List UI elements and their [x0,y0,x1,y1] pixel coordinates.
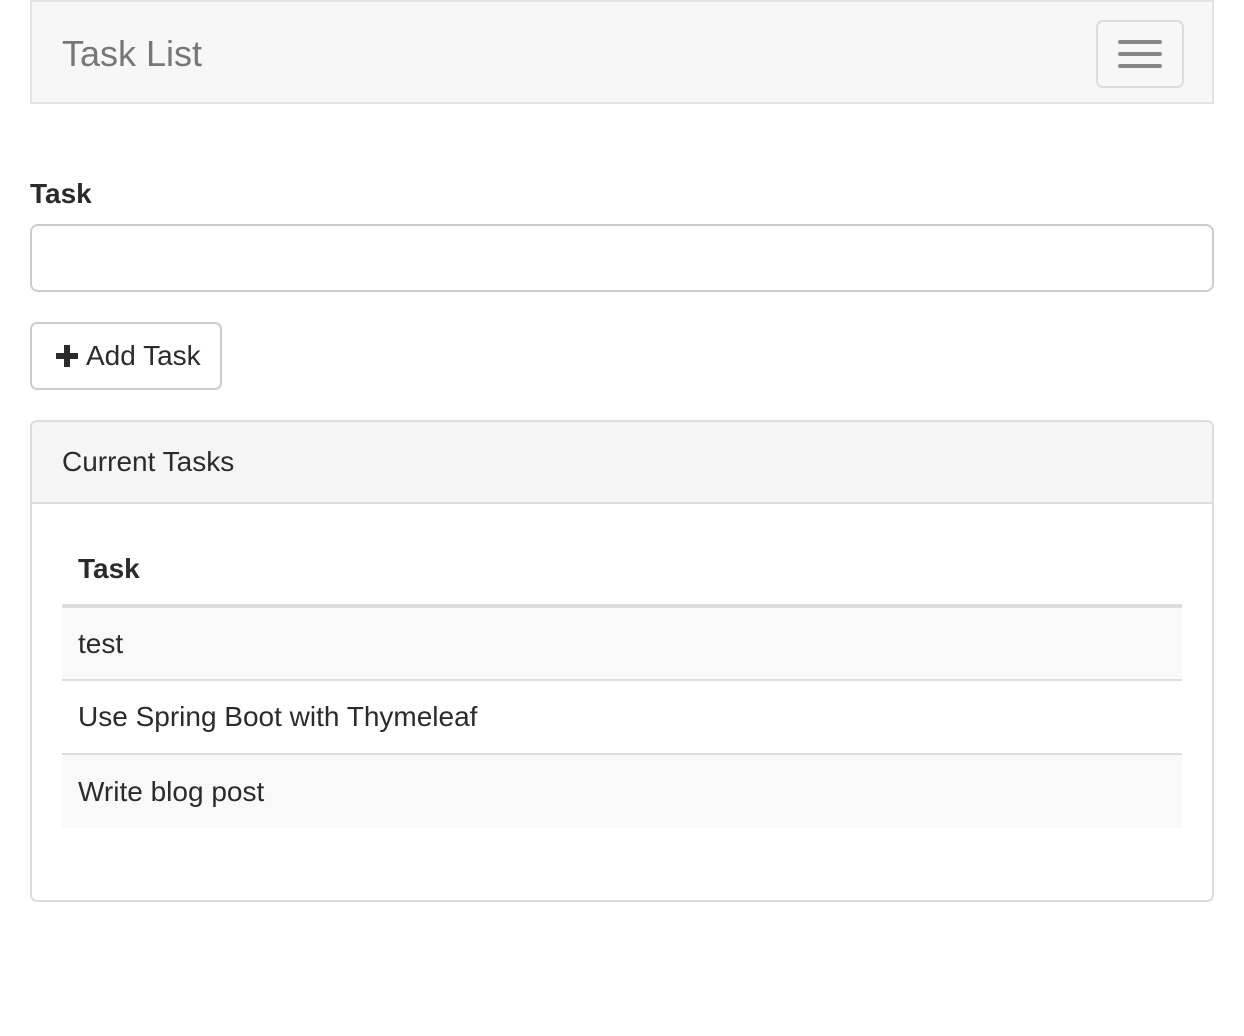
hamburger-bar [1118,52,1162,56]
navbar-brand[interactable]: Task List [62,32,202,76]
column-header-task: Task [62,534,1182,608]
table-row: Write blog post [62,753,1182,828]
add-task-button[interactable]: Add Task [30,322,222,390]
task-cell: Write blog post [62,753,1182,828]
table-header-row: Task [62,534,1182,608]
task-cell: test [62,606,1182,680]
plus-icon [56,345,78,367]
panel-title: Current Tasks [62,446,235,477]
tasks-table: Task test Use Spring Boot with Thymeleaf… [62,534,1182,828]
hamburger-bar [1118,64,1162,68]
table-row: test [62,606,1182,680]
panel-heading: Current Tasks [32,422,1212,504]
navbar: Task List [30,0,1214,104]
table-row: Use Spring Boot with Thymeleaf [62,679,1182,754]
task-field-label: Task [30,178,92,209]
task-cell: Use Spring Boot with Thymeleaf [62,679,1182,754]
page: Task List Task Add Task Current Tasks Ta… [0,0,1244,1036]
navbar-toggle-button[interactable] [1096,20,1184,88]
current-tasks-panel: Current Tasks Task test Use Spring Boot … [30,420,1214,902]
add-task-button-label: Add Task [86,340,201,371]
task-input[interactable] [30,224,1214,292]
hamburger-bar [1118,40,1162,44]
